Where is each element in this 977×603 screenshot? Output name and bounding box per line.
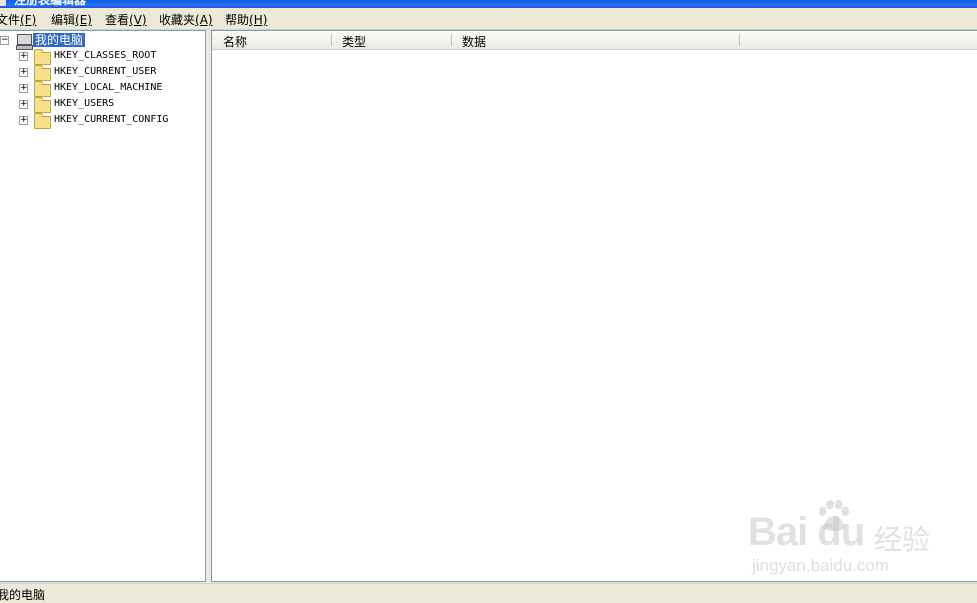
menu-favorites-accel: (A) [195, 13, 213, 27]
computer-icon [16, 34, 33, 50]
menu-view[interactable]: 查看(V) [105, 11, 147, 28]
menu-help-accel: (H) [249, 13, 268, 27]
menu-file-label: 文件 [0, 13, 21, 27]
column-header-name[interactable]: 名称 [223, 33, 247, 50]
column-divider[interactable] [451, 34, 452, 46]
tree-item-label: HKEY_LOCAL_MACHINE [54, 82, 163, 93]
column-header-data[interactable]: 数据 [462, 33, 486, 50]
list-header: 名称 类型 数据 [212, 31, 977, 50]
menu-edit[interactable]: 编辑(E) [51, 11, 92, 28]
expand-icon[interactable]: + [19, 68, 28, 77]
menu-view-accel: (V) [129, 13, 147, 27]
tree-item-label: HKEY_CURRENT_CONFIG [54, 114, 169, 125]
tree-item-hkey-current-config[interactable]: + HKEY_CURRENT_CONFIG [0, 113, 200, 129]
expand-icon[interactable]: + [19, 84, 28, 93]
values-list[interactable]: 名称 类型 数据 [211, 30, 977, 582]
title-bar[interactable]: 注册表编辑器 [0, 0, 977, 8]
column-header-type[interactable]: 类型 [342, 33, 366, 50]
app-icon [0, 0, 6, 6]
menu-favorites[interactable]: 收藏夹(A) [159, 11, 213, 28]
column-divider[interactable] [331, 34, 332, 46]
column-divider[interactable] [739, 34, 740, 46]
menu-bar: 文件(F) 编辑(E) 查看(V) 收藏夹(A) 帮助(H) [0, 8, 977, 30]
menu-file-accel: (F) [20, 13, 37, 27]
expand-icon[interactable]: + [19, 116, 28, 125]
expand-icon[interactable]: + [19, 100, 28, 109]
menu-help[interactable]: 帮助(H) [225, 11, 267, 28]
status-bar: 我的电脑 [0, 583, 977, 602]
menu-view-label: 查看 [105, 13, 130, 27]
tree-item-label: HKEY_CURRENT_USER [54, 66, 157, 77]
folder-icon [34, 81, 51, 97]
tree-root-row[interactable]: − 我的电脑 [0, 33, 200, 50]
menu-file[interactable]: 文件(F) [0, 11, 36, 28]
tree-root-label[interactable]: 我的电脑 [33, 33, 86, 47]
tree-item-hkey-local-machine[interactable]: + HKEY_LOCAL_MACHINE [0, 81, 200, 97]
folder-icon [34, 49, 51, 65]
tree-item-hkey-classes-root[interactable]: + HKEY_CLASSES_ROOT [0, 49, 200, 65]
tree-item-label: HKEY_USERS [54, 98, 115, 109]
tree-item-label: HKEY_CLASSES_ROOT [54, 50, 157, 61]
registry-tree[interactable]: − 我的电脑 + HKEY_CLASSES_ROOT + HKEY_CURREN… [0, 30, 206, 582]
status-text: 我的电脑 [0, 588, 46, 602]
collapse-icon[interactable]: − [0, 36, 9, 45]
window-title: 注册表编辑器 [14, 0, 87, 7]
tree-item-hkey-users[interactable]: + HKEY_USERS [0, 97, 200, 113]
menu-edit-accel: (E) [75, 13, 92, 27]
menu-help-label: 帮助 [225, 13, 250, 27]
menu-edit-label: 编辑 [51, 13, 76, 27]
folder-icon [34, 113, 51, 129]
menu-favorites-label: 收藏夹 [159, 13, 196, 27]
folder-icon [34, 65, 51, 81]
folder-icon [34, 97, 51, 113]
tree-item-hkey-current-user[interactable]: + HKEY_CURRENT_USER [0, 65, 200, 81]
expand-icon[interactable]: + [19, 52, 28, 61]
